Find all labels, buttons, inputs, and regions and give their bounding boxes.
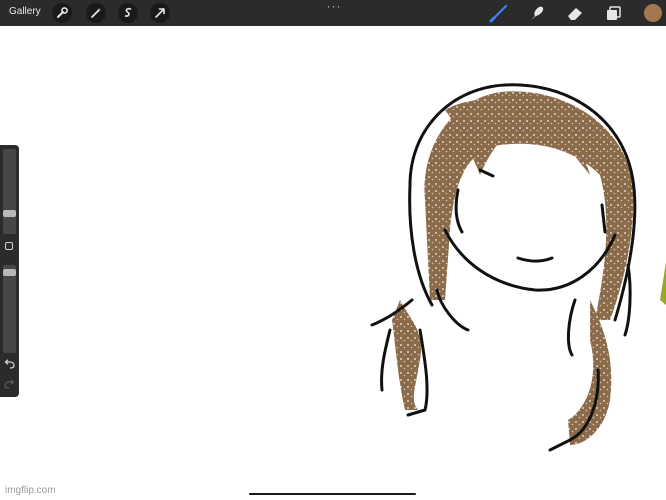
color-picker-swatch[interactable]	[644, 4, 662, 22]
layers-button[interactable]	[602, 3, 624, 23]
brush-size-thumb[interactable]	[3, 210, 16, 217]
magic-wand-icon	[91, 8, 101, 18]
modify-square-icon[interactable]	[5, 242, 13, 250]
transform-button[interactable]	[150, 3, 170, 23]
brush-size-slider[interactable]	[3, 149, 16, 234]
undo-icon[interactable]	[3, 358, 16, 370]
smudge-button[interactable]	[526, 3, 548, 23]
selection-icon	[124, 7, 132, 17]
watermark-text: imgflip.com	[5, 485, 56, 496]
opacity-slider[interactable]	[3, 265, 16, 353]
layers-icon	[607, 6, 621, 20]
actions-wrench-button[interactable]	[52, 3, 72, 23]
wrench-icon	[57, 7, 68, 18]
brush-sidebar	[0, 145, 19, 397]
top-toolbar: Gallery ···	[0, 0, 666, 26]
selection-button[interactable]	[118, 3, 138, 23]
redo-icon[interactable]	[3, 378, 16, 390]
drawing-canvas[interactable]	[0, 26, 666, 500]
eraser-icon	[568, 8, 582, 20]
green-stroke	[660, 262, 666, 305]
opacity-thumb[interactable]	[3, 269, 16, 276]
home-indicator[interactable]	[249, 493, 416, 495]
smudge-icon	[531, 6, 544, 20]
brush-icon	[489, 4, 508, 23]
eraser-button[interactable]	[564, 3, 586, 23]
transform-arrow-icon	[155, 8, 165, 18]
more-options-icon[interactable]: ···	[324, 0, 344, 13]
paint-brush-button[interactable]	[488, 3, 510, 23]
adjustments-button[interactable]	[86, 3, 106, 23]
gallery-button[interactable]: Gallery	[9, 5, 41, 19]
